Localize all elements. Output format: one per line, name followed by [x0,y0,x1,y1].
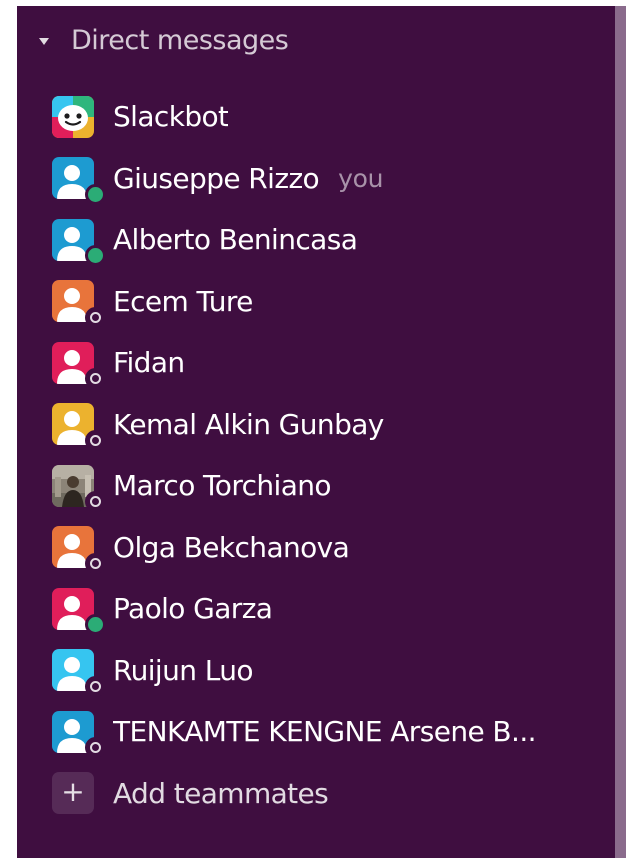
dm-item-alberto-benincasa[interactable]: Alberto Benincasa [17,209,615,271]
direct-messages-header[interactable]: Direct messages [39,22,289,58]
presence-away-icon [85,368,106,389]
add-teammates-button[interactable]: + Add teammates [17,763,615,825]
dm-item-olga-bekchanova[interactable]: Olga Bekchanova [17,517,615,579]
dm-item-kemal-alkin-gunbay[interactable]: Kemal Alkin Gunbay [17,394,615,456]
slackbot-avatar-icon [52,95,94,138]
presence-away-icon [85,491,106,512]
dm-name: Olga Bekchanova [113,530,350,564]
dm-item-giuseppe-rizzo[interactable]: Giuseppe Rizzo you [17,148,615,210]
dm-item-marco-torchiano[interactable]: Marco Torchiano [17,455,615,517]
dm-name: TENKAMTE KENGNE Arsene B... [113,715,536,749]
section-title: Direct messages [71,24,289,56]
dm-list: Slackbot Giuseppe Rizzo you Alberto Beni… [17,86,615,824]
dm-name: Alberto Benincasa [113,223,358,257]
dm-sidebar: Direct messages Slackbot Giuseppe Rizzo … [17,6,615,858]
presence-away-icon [85,675,106,697]
dm-name: Slackbot [113,100,229,134]
dm-item-paolo-garza[interactable]: Paolo Garza [17,578,615,640]
add-teammates-label: Add teammates [113,776,329,810]
dm-name: Paolo Garza [113,592,273,626]
plus-icon: + [52,772,94,815]
dm-name: Giuseppe Rizzo [113,161,320,195]
scrollbar[interactable] [615,6,626,858]
dm-item-ecem-ture[interactable]: Ecem Ture [17,271,615,333]
dm-name: Marco Torchiano [113,469,331,503]
dm-item-tenkamte-kengne-arsene[interactable]: TENKAMTE KENGNE Arsene B... [17,701,615,763]
presence-active-icon [85,245,106,266]
dm-item-slackbot[interactable]: Slackbot [17,86,615,148]
dm-name: Ecem Ture [113,284,253,318]
dm-name: Fidan [113,346,185,380]
dm-name: Ruijun Luo [113,653,253,687]
presence-away-icon [85,429,106,451]
dm-item-fidan[interactable]: Fidan [17,332,615,394]
presence-away-icon [85,737,106,758]
presence-active-icon [85,183,106,205]
presence-away-icon [85,552,106,574]
dm-name: Kemal Alkin Gunbay [113,407,384,441]
caret-down-icon[interactable] [39,37,49,45]
presence-active-icon [85,614,106,635]
you-label: you [338,163,384,193]
dm-item-ruijun-luo[interactable]: Ruijun Luo [17,640,615,702]
presence-away-icon [85,306,106,328]
